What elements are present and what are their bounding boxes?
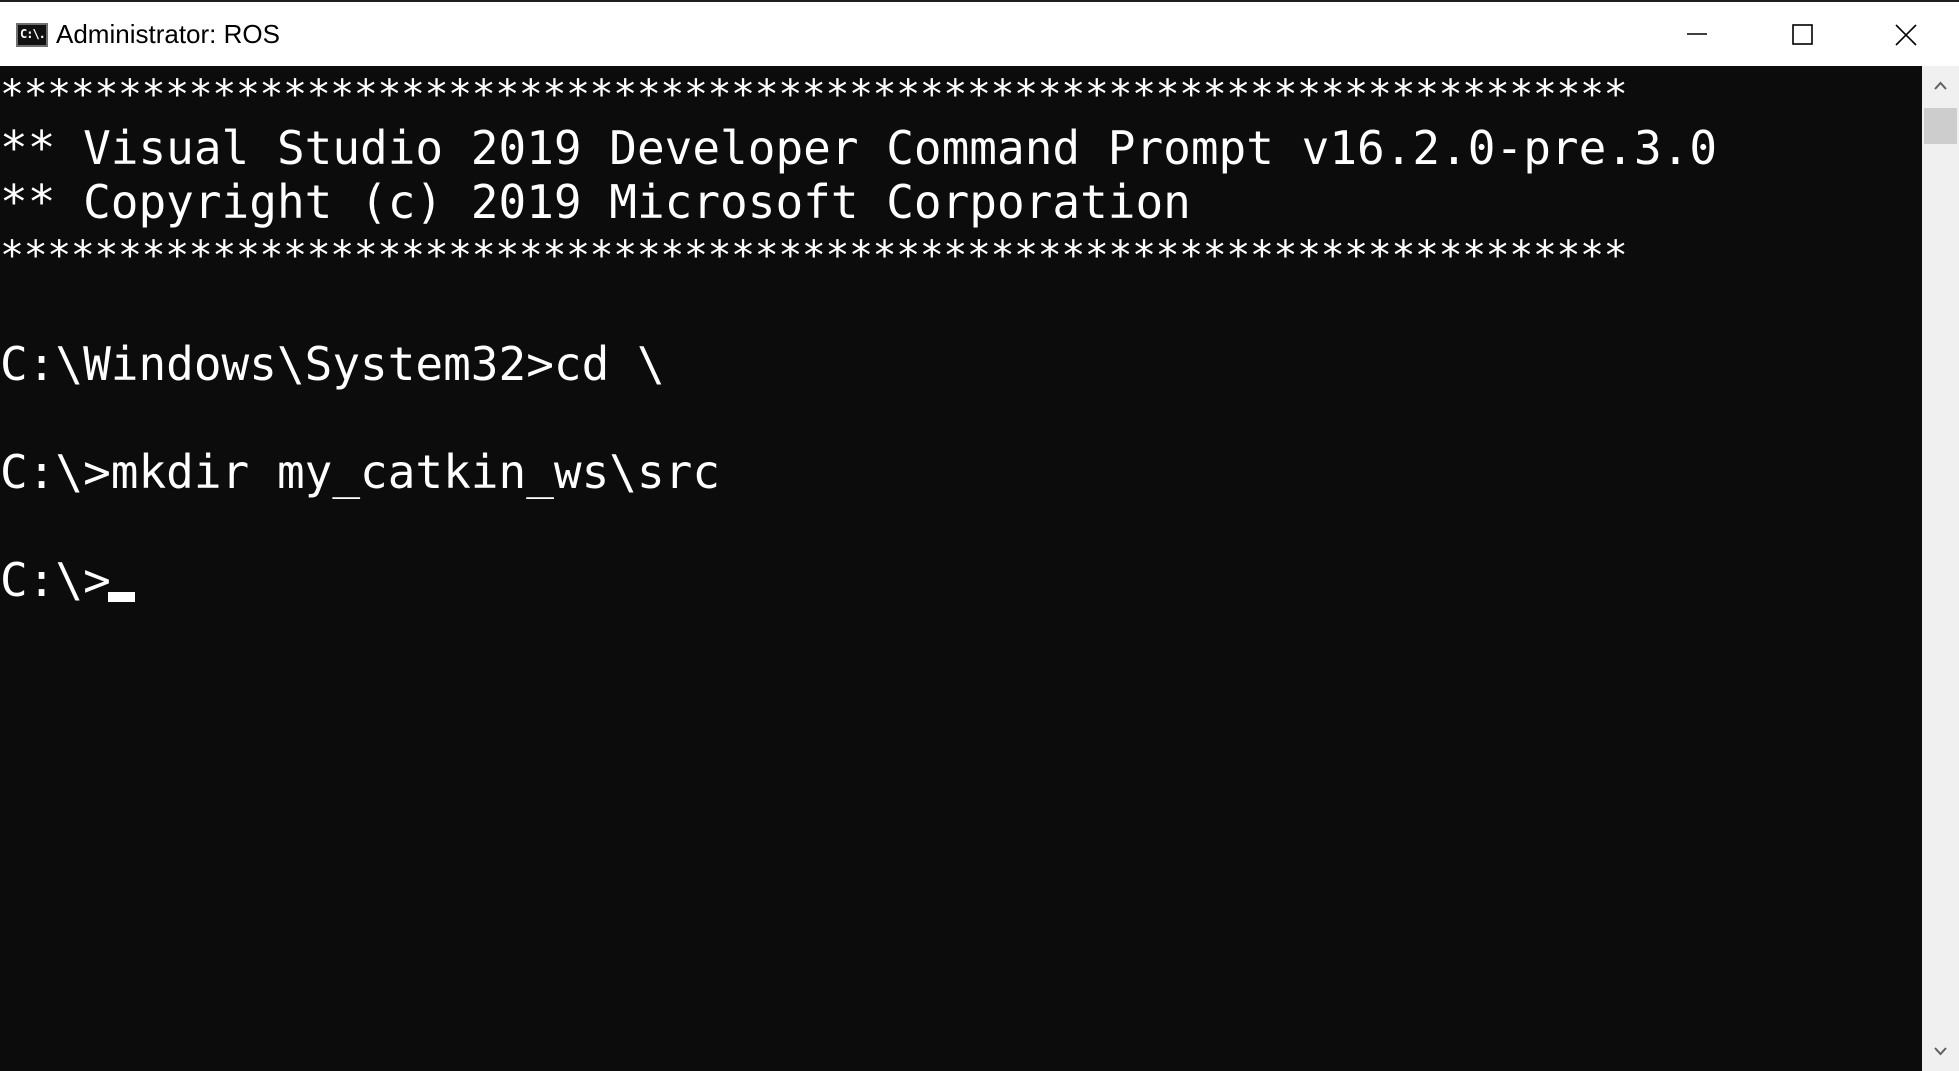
banner-line-product: ** Visual Studio 2019 Developer Command … <box>0 121 1718 175</box>
maximize-icon <box>1792 24 1813 45</box>
console-icon[interactable]: C:\. <box>16 23 48 47</box>
minimize-button[interactable] <box>1644 2 1750 66</box>
minimize-icon <box>1687 33 1707 35</box>
scroll-down-button[interactable] <box>1922 1031 1959 1071</box>
vertical-scrollbar[interactable] <box>1922 66 1959 1071</box>
banner-line-copyright: ** Copyright (c) 2019 Microsoft Corporat… <box>0 175 1191 229</box>
command-line: C:\>mkdir my_catkin_ws\src <box>0 445 721 499</box>
console-icon-label: C:\. <box>20 27 46 41</box>
close-icon <box>1895 24 1917 46</box>
console-window: C:\. Administrator: ROS ****************… <box>0 0 1959 1071</box>
scroll-up-button[interactable] <box>1922 66 1959 106</box>
maximize-button[interactable] <box>1750 2 1856 66</box>
banner-border-top: ****************************************… <box>0 72 1628 118</box>
text-cursor <box>108 592 135 602</box>
scroll-thumb[interactable] <box>1924 108 1957 144</box>
console-output[interactable]: ****************************************… <box>0 66 1922 1071</box>
command-line: C:\Windows\System32>cd \ <box>0 337 665 391</box>
prompt-line: C:\> <box>0 553 111 607</box>
chevron-up-icon <box>1934 81 1947 90</box>
close-button[interactable] <box>1853 2 1959 66</box>
window-title: Administrator: ROS <box>56 19 280 49</box>
banner-border-bottom: ****************************************… <box>0 233 1628 279</box>
chevron-down-icon <box>1934 1047 1947 1056</box>
title-bar[interactable]: C:\. Administrator: ROS <box>0 0 1959 66</box>
